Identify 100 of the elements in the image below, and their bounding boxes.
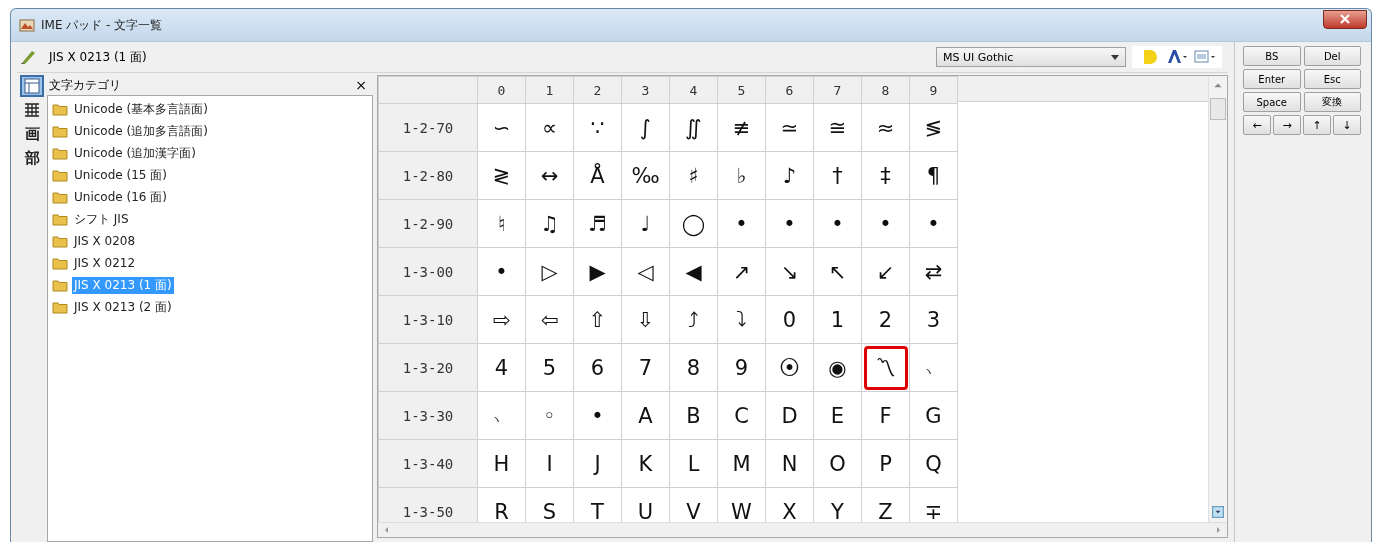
character-cell[interactable]: • xyxy=(861,199,910,248)
character-cell[interactable]: ‰ xyxy=(621,151,670,200)
dropdown-arrow-icon[interactable] xyxy=(1111,54,1119,60)
character-cell[interactable]: 9 xyxy=(717,343,766,392)
font-dropdown[interactable]: MS UI Gothic xyxy=(936,47,1126,67)
tree-item[interactable]: JIS X 0213 (2 面) xyxy=(72,298,174,316)
character-cell[interactable]: ∽ xyxy=(477,103,526,152)
character-cell[interactable]: ﹆ xyxy=(909,343,958,392)
character-cell[interactable]: ‡ xyxy=(861,151,910,200)
close-button[interactable] xyxy=(1323,9,1367,29)
stroke-tool[interactable]: 部 xyxy=(20,147,44,169)
character-cell[interactable]: ◁ xyxy=(621,247,670,296)
character-cell[interactable]: ↗ xyxy=(717,247,766,296)
character-cell[interactable]: L xyxy=(669,439,718,488)
character-cell[interactable]: ↘ xyxy=(765,247,814,296)
tree-item[interactable]: JIS X 0208 xyxy=(72,234,138,248)
key-button[interactable]: Esc xyxy=(1303,69,1361,89)
character-cell[interactable]: M xyxy=(717,439,766,488)
pen-icon[interactable] xyxy=(19,48,37,66)
character-cell[interactable]: ▷ xyxy=(525,247,574,296)
tree-item[interactable]: Unicode (追加多言語面) xyxy=(72,122,210,140)
character-cell[interactable]: 8 xyxy=(669,343,718,392)
character-cell[interactable]: ⇩ xyxy=(621,295,670,344)
character-cell[interactable]: H xyxy=(477,439,526,488)
character-cell[interactable]: Q xyxy=(909,439,958,488)
character-cell[interactable]: 1 xyxy=(813,295,862,344)
character-cell[interactable]: 4 xyxy=(477,343,526,392)
arrow-key[interactable]: ↑ xyxy=(1303,115,1331,135)
character-cell[interactable]: ⇧ xyxy=(573,295,622,344)
character-cell[interactable]: 3 xyxy=(909,295,958,344)
key-button[interactable]: 変換 xyxy=(1303,92,1361,112)
character-cell[interactable]: ◦ xyxy=(525,391,574,440)
character-cell[interactable]: ↖ xyxy=(813,247,862,296)
tree-item[interactable]: Unicode (基本多言語面) xyxy=(72,100,210,118)
character-cell[interactable]: ♩ xyxy=(621,199,670,248)
character-cell[interactable]: B xyxy=(669,391,718,440)
character-cell[interactable]: ♮ xyxy=(477,199,526,248)
character-cell[interactable]: O xyxy=(813,439,862,488)
horizontal-scrollbar[interactable] xyxy=(378,522,1227,537)
tree-item[interactable]: Unicode (15 面) xyxy=(72,166,169,184)
character-cell[interactable]: ¶ xyxy=(909,151,958,200)
character-cell[interactable]: I xyxy=(525,439,574,488)
character-cell[interactable]: ♪ xyxy=(765,151,814,200)
stroke-tool[interactable]: 画 xyxy=(20,123,44,145)
key-button[interactable]: BS xyxy=(1243,46,1301,66)
arrow-key[interactable]: ← xyxy=(1243,115,1271,135)
close-icon[interactable] xyxy=(1339,14,1351,24)
character-cell[interactable]: ∬ xyxy=(669,103,718,152)
character-cell[interactable]: ♬ xyxy=(573,199,622,248)
character-cell[interactable]: E xyxy=(813,391,862,440)
character-cell[interactable]: 6 xyxy=(573,343,622,392)
key-button[interactable]: Space xyxy=(1243,92,1301,112)
tree-item[interactable]: Unicode (16 面) xyxy=(72,188,169,206)
tree-item[interactable]: JIS X 0212 xyxy=(72,256,138,270)
character-cell[interactable]: • xyxy=(717,199,766,248)
character-cell[interactable]: ⦿ xyxy=(765,343,814,392)
character-cell[interactable]: ⇦ xyxy=(525,295,574,344)
character-cell[interactable]: ∵ xyxy=(573,103,622,152)
character-cell[interactable]: ♫ xyxy=(525,199,574,248)
character-cell[interactable]: ♯ xyxy=(669,151,718,200)
character-cell[interactable]: ▶ xyxy=(573,247,622,296)
character-cell[interactable]: 0 xyxy=(765,295,814,344)
character-list-tool[interactable] xyxy=(20,75,44,97)
character-cell[interactable]: G xyxy=(909,391,958,440)
character-cell[interactable]: 7 xyxy=(621,343,670,392)
character-cell[interactable]: ≈ xyxy=(861,103,910,152)
character-cell[interactable]: ∝ xyxy=(525,103,574,152)
character-cell[interactable]: • xyxy=(909,199,958,248)
character-cell[interactable]: ↔ xyxy=(525,151,574,200)
character-cell[interactable]: ⤴ xyxy=(669,295,718,344)
character-cell[interactable]: • xyxy=(573,391,622,440)
character-cell[interactable]: Å xyxy=(573,151,622,200)
character-cell[interactable]: ↙ xyxy=(861,247,910,296)
character-cell[interactable]: ≅ xyxy=(813,103,862,152)
character-cell[interactable]: ◉ xyxy=(813,343,862,392)
character-cell[interactable]: † xyxy=(813,151,862,200)
character-cell[interactable]: • xyxy=(477,247,526,296)
close-button[interactable]: × xyxy=(349,77,373,93)
key-button[interactable]: Del xyxy=(1303,46,1361,66)
arrow-key[interactable]: ↓ xyxy=(1333,115,1361,135)
character-cell[interactable]: F xyxy=(861,391,910,440)
character-cell[interactable]: ◀ xyxy=(669,247,718,296)
character-cell[interactable]: ∫ xyxy=(621,103,670,152)
character-cell[interactable]: N xyxy=(765,439,814,488)
character-cell[interactable]: ≷ xyxy=(477,151,526,200)
scroll-down-icon[interactable] xyxy=(1212,506,1224,518)
character-cell[interactable]: • xyxy=(813,199,862,248)
character-cell[interactable]: ≶ xyxy=(909,103,958,152)
character-cell[interactable]: 〽 xyxy=(861,343,910,392)
font-style-icon[interactable] xyxy=(1166,48,1188,66)
character-cell[interactable]: ◯ xyxy=(669,199,718,248)
character-cell[interactable]: P xyxy=(861,439,910,488)
character-cell[interactable]: 2 xyxy=(861,295,910,344)
scroll-thumb[interactable] xyxy=(1210,98,1226,120)
character-cell[interactable]: A xyxy=(621,391,670,440)
character-cell[interactable]: ⤵ xyxy=(717,295,766,344)
character-cell[interactable]: ⇄ xyxy=(909,247,958,296)
character-cell[interactable]: ≃ xyxy=(765,103,814,152)
character-cell[interactable]: • xyxy=(765,199,814,248)
vertical-scrollbar[interactable] xyxy=(1208,76,1227,522)
